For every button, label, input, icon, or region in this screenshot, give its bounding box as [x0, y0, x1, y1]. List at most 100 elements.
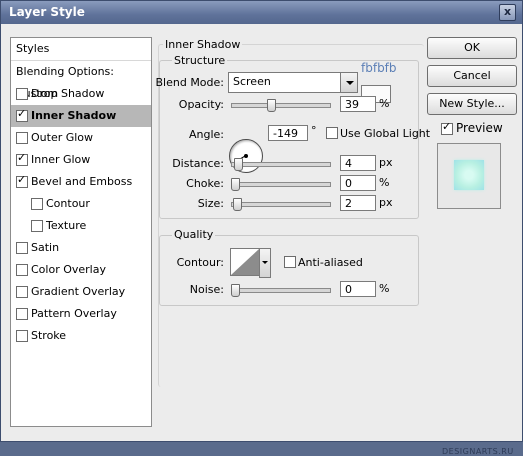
checkmark-icon: ✓ [442, 120, 452, 133]
noise-input[interactable]: 0 [340, 281, 376, 297]
style-item-checkbox[interactable] [31, 220, 43, 232]
styles-header-label: Styles [16, 42, 50, 55]
ok-button[interactable]: OK [427, 37, 517, 59]
window-title: Layer Style [9, 5, 85, 19]
style-item-checkbox[interactable] [16, 264, 28, 276]
structure-title: Structure [172, 54, 228, 67]
blend-mode-select[interactable]: Screen [228, 72, 358, 93]
style-item-checkbox[interactable] [16, 132, 28, 144]
style-item-checkbox[interactable]: ✓ [16, 151, 28, 166]
style-item-inner-glow[interactable]: ✓ Inner Glow [11, 149, 151, 171]
style-item-label: Gradient Overlay [31, 285, 126, 298]
watermark: DESIGNARTS.RU [442, 447, 514, 456]
use-global-light-checkbox[interactable] [326, 127, 338, 139]
style-preview [437, 143, 501, 209]
opacity-slider-thumb[interactable] [267, 99, 277, 112]
checkmark-icon: ✓ [17, 151, 27, 164]
size-input[interactable]: 2 [340, 195, 376, 211]
style-item-checkbox[interactable] [16, 242, 28, 254]
style-item-checkbox[interactable]: ✓ [16, 173, 28, 188]
quality-title: Quality [172, 228, 216, 241]
style-item-color-overlay[interactable]: Color Overlay [11, 259, 151, 281]
style-item-label: Bevel and Emboss [31, 175, 133, 188]
size-slider[interactable] [231, 198, 331, 211]
contour-curve-icon [231, 249, 259, 275]
contour-dropdown-button[interactable] [259, 248, 271, 278]
style-item-checkbox[interactable] [16, 330, 28, 342]
blend-mode-label: Blend Mode: [155, 76, 225, 89]
style-item-blending-options-custom[interactable]: Blending Options: Custom [11, 61, 151, 100]
style-item-label: Outer Glow [31, 131, 94, 144]
style-item-label: Pattern Overlay [31, 307, 117, 320]
opacity-input[interactable]: 39 [340, 96, 376, 112]
opacity-slider[interactable] [231, 99, 331, 112]
close-button[interactable]: x [499, 4, 516, 21]
size-unit: px [379, 196, 393, 209]
inner-shadow-title: Inner Shadow [163, 38, 243, 51]
distance-input[interactable]: 4 [340, 155, 376, 171]
cancel-button[interactable]: Cancel [427, 65, 517, 87]
choke-unit: % [379, 176, 390, 189]
choke-input[interactable]: 0 [340, 175, 376, 191]
styles-header[interactable]: Styles [11, 38, 151, 61]
checkmark-icon: ✓ [17, 173, 27, 186]
distance-slider[interactable] [231, 158, 331, 171]
distance-unit: px [379, 156, 393, 169]
style-item-label: Inner Shadow [31, 109, 117, 122]
style-item-contour[interactable]: Contour [11, 193, 151, 215]
checkmark-icon: ✓ [17, 107, 27, 120]
style-item-texture[interactable]: Texture [11, 215, 151, 237]
size-label: Size: [197, 197, 224, 210]
style-item-satin[interactable]: Satin [11, 237, 151, 259]
contour-label: Contour: [176, 256, 224, 269]
layer-style-dialog: Layer Style x Styles Blending Options: C… [0, 0, 523, 456]
noise-slider-thumb[interactable] [231, 284, 240, 297]
style-item-label: Contour [46, 197, 90, 210]
style-item-label: Texture [46, 219, 87, 232]
style-item-label: Satin [31, 241, 60, 254]
dialog-body: Styles Blending Options: Custom Drop Shad… [2, 24, 521, 456]
style-item-checkbox[interactable] [16, 286, 28, 298]
anti-aliased-checkbox[interactable] [284, 256, 296, 268]
new-style-button[interactable]: New Style... [427, 93, 517, 115]
angle-input[interactable]: -149 [268, 125, 308, 141]
distance-label: Distance: [172, 157, 224, 170]
angle-unit: ° [311, 124, 317, 137]
style-item-label: Color Overlay [31, 263, 106, 276]
choke-label: Choke: [186, 177, 224, 190]
angle-label: Angle: [188, 128, 224, 141]
style-item-inner-shadow[interactable]: ✓ Inner Shadow [11, 105, 151, 127]
noise-slider[interactable] [231, 284, 331, 297]
opacity-unit: % [379, 97, 390, 110]
preview-checkbox[interactable]: ✓ [441, 120, 453, 135]
noise-unit: % [379, 282, 390, 295]
noise-label: Noise: [189, 283, 224, 296]
style-item-checkbox[interactable] [16, 308, 28, 320]
style-item-label: Drop Shadow [31, 87, 105, 100]
style-item-label: Inner Glow [31, 153, 91, 166]
blend-mode-value: Screen [233, 75, 271, 88]
use-global-light-label[interactable]: Use Global Light [340, 127, 430, 140]
title-bar[interactable]: Layer Style x [1, 1, 522, 24]
preview-swatch [454, 160, 484, 190]
style-item-outer-glow[interactable]: Outer Glow [11, 127, 151, 149]
style-item-label: Stroke [31, 329, 67, 342]
preview-label[interactable]: Preview [456, 121, 503, 135]
style-item-checkbox[interactable] [16, 88, 28, 100]
opacity-label: Opacity: [178, 98, 224, 111]
style-item-checkbox[interactable] [31, 198, 43, 210]
style-item-gradient-overlay[interactable]: Gradient Overlay [11, 281, 151, 303]
contour-preview[interactable] [230, 248, 260, 276]
style-item-bevel-and-emboss[interactable]: ✓ Bevel and Emboss [11, 171, 151, 193]
style-item-checkbox[interactable]: ✓ [16, 107, 28, 122]
anti-aliased-label[interactable]: Anti-aliased [298, 256, 363, 269]
size-slider-thumb[interactable] [233, 198, 242, 211]
distance-slider-thumb[interactable] [234, 158, 243, 171]
choke-slider[interactable] [231, 178, 331, 191]
style-item-pattern-overlay[interactable]: Pattern Overlay [11, 303, 151, 325]
chevron-down-icon[interactable] [340, 73, 357, 92]
style-item-stroke[interactable]: Stroke [11, 325, 151, 347]
angle-center-icon [244, 154, 248, 158]
style-item-drop-shadow[interactable]: Drop Shadow [11, 83, 151, 105]
choke-slider-thumb[interactable] [231, 178, 240, 191]
